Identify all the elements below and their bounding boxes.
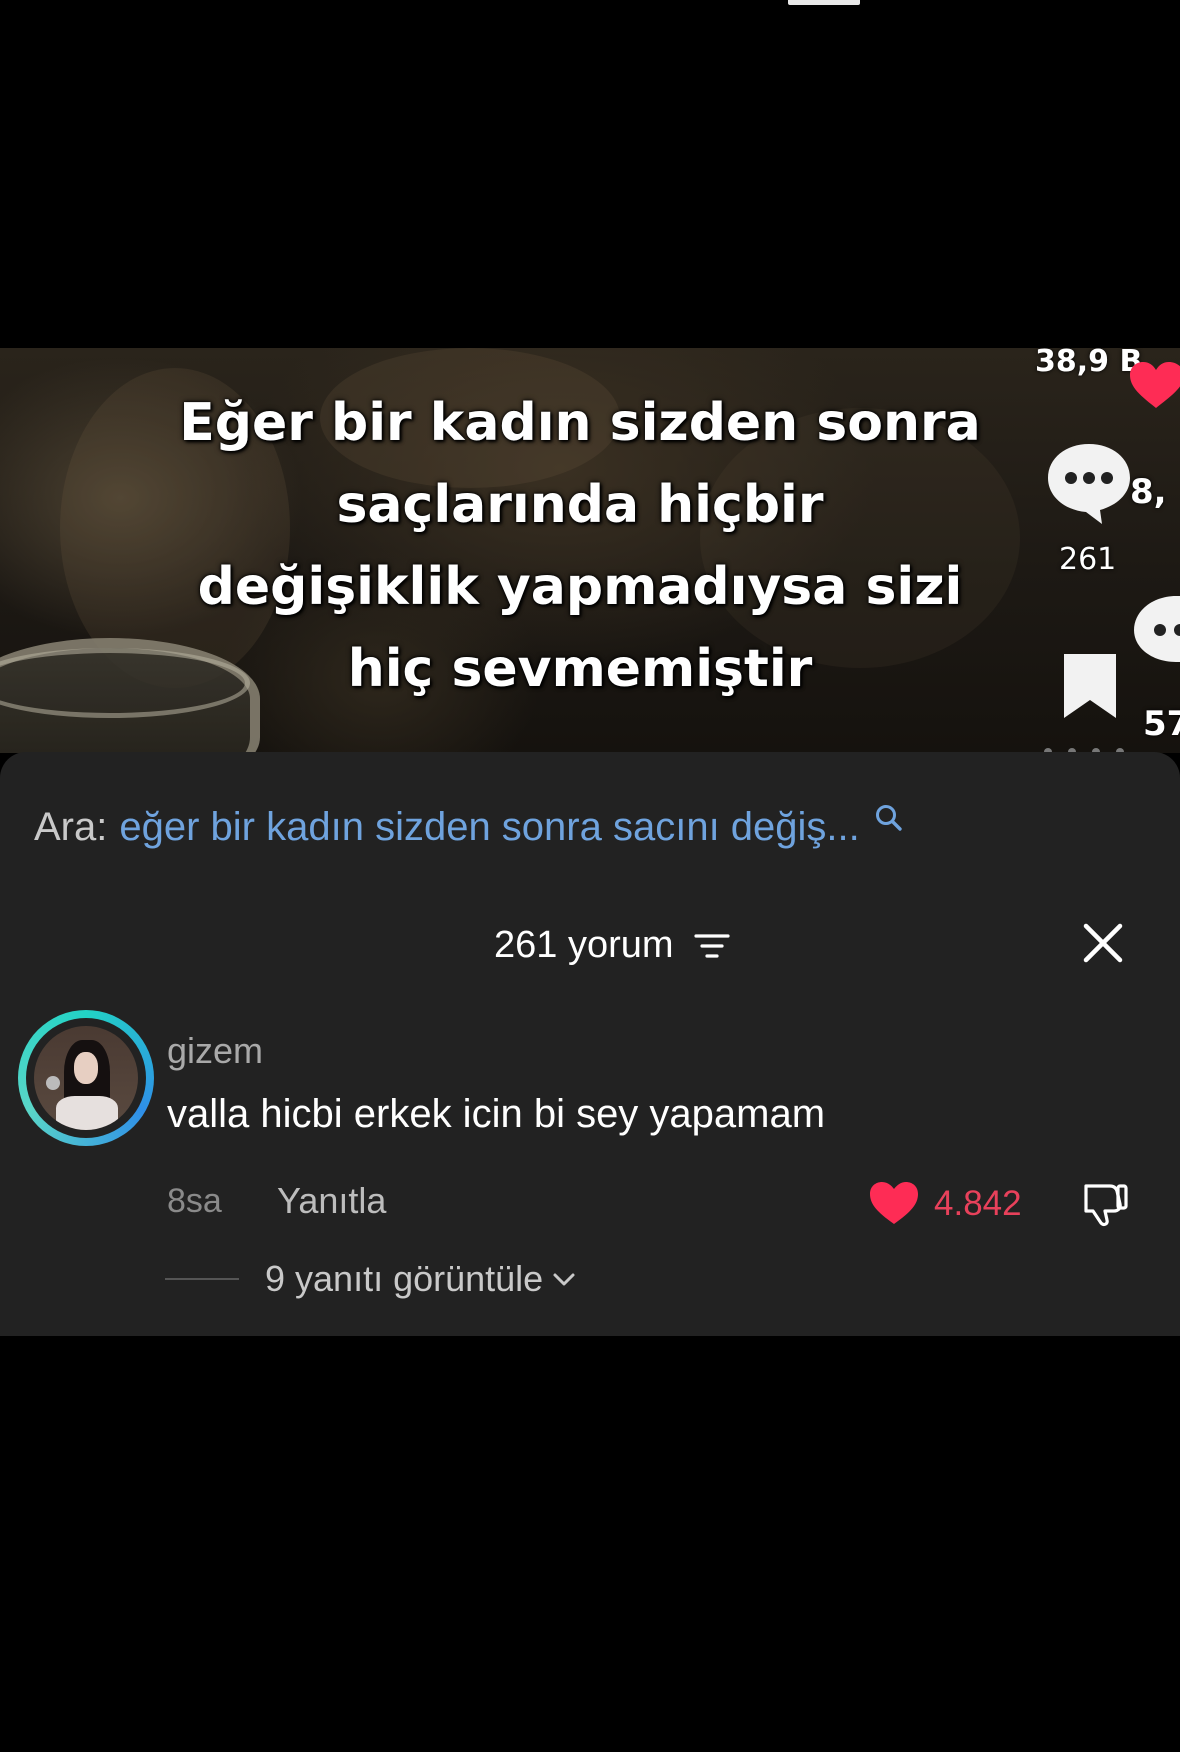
caption-line: Eğer bir kadın sizden sonra xyxy=(179,393,981,453)
partial-count: 57 xyxy=(1143,704,1180,744)
caption-line: hiç sevmemiştir xyxy=(347,639,813,699)
avatar-border xyxy=(26,1018,146,1138)
avatar-face xyxy=(74,1052,98,1084)
comments-count: 261 xyxy=(1059,542,1117,577)
avatar-microphone xyxy=(46,1076,60,1090)
like-count: 4.842 xyxy=(934,1184,1022,1223)
comment-time: 8sa xyxy=(167,1182,222,1220)
reply-button[interactable]: Yanıtla xyxy=(277,1180,386,1222)
search-icon[interactable] xyxy=(874,803,904,833)
heart-icon[interactable] xyxy=(1128,360,1180,410)
partial-count: 8, xyxy=(1130,472,1167,512)
comments-header: 261 yorum xyxy=(0,918,1180,972)
bottom-black-area xyxy=(0,1336,1180,1752)
comment-bubble-icon[interactable] xyxy=(1044,440,1134,526)
video-overlay-caption: Eğer bir kadın sizden sonra saçlarında h… xyxy=(150,382,1010,710)
bookmark-icon[interactable] xyxy=(1058,650,1122,722)
avatar-photo xyxy=(34,1026,138,1130)
top-black-area xyxy=(0,0,1180,348)
search-suggestion[interactable]: Ara: eğer bir kadın sizden sonra sacını … xyxy=(34,802,1094,852)
avatar-shirt xyxy=(56,1096,118,1130)
heart-icon[interactable] xyxy=(868,1180,920,1226)
view-replies-label: 9 yanıtı görüntüle xyxy=(265,1258,544,1299)
search-query-link[interactable]: eğer bir kadın sizden sonra sacını değiş… xyxy=(119,805,859,850)
close-icon[interactable] xyxy=(1080,920,1126,966)
chevron-down-icon xyxy=(553,1273,575,1286)
caption-line: saçlarında hiçbir xyxy=(336,475,824,535)
comment-count-label: 261 yorum xyxy=(494,924,674,966)
likes-count: 38,9 B xyxy=(1035,344,1143,379)
replies-divider xyxy=(165,1278,239,1280)
avatar[interactable] xyxy=(18,1010,154,1146)
view-replies-button[interactable]: 9 yanıtı görüntüle xyxy=(265,1258,577,1300)
search-prefix: Ara: xyxy=(34,804,108,849)
comment-text: valla hicbi erkek icin bi sey yapamam xyxy=(167,1092,826,1136)
comment-bubble-icon[interactable] xyxy=(1130,592,1180,672)
thumbs-down-icon[interactable] xyxy=(1080,1180,1130,1228)
sort-icon[interactable] xyxy=(694,932,730,962)
caption-line: değişiklik yapmadıysa sizi xyxy=(197,557,963,617)
status-indicator xyxy=(788,0,860,5)
comment-username[interactable]: gizem xyxy=(167,1030,263,1072)
